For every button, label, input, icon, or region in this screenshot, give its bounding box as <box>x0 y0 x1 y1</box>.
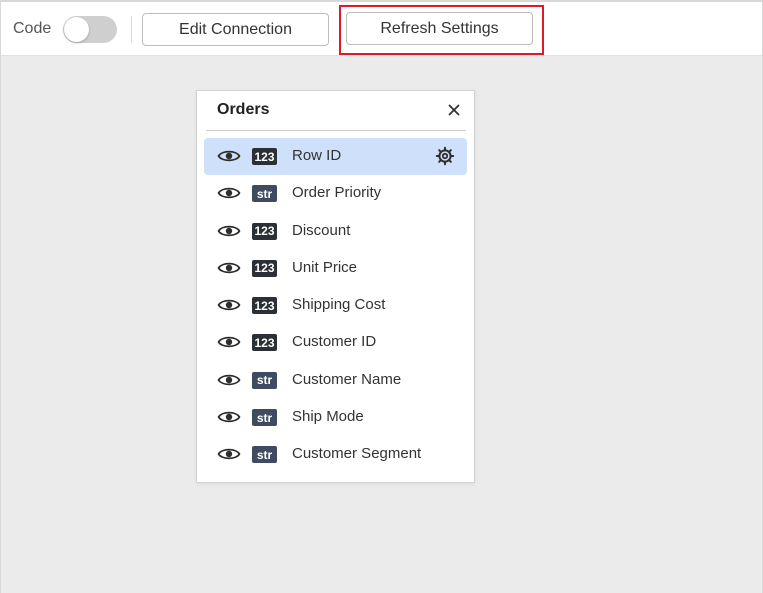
panel-divider <box>206 130 466 131</box>
eye-icon[interactable] <box>217 148 241 164</box>
field-row[interactable]: str Ship Mode <box>204 399 467 436</box>
toolbar-divider <box>131 16 132 43</box>
field-name: Ship Mode <box>292 408 364 426</box>
field-name: Customer Segment <box>292 445 422 463</box>
field-name: Order Priority <box>292 184 382 202</box>
gear-icon[interactable] <box>435 146 455 166</box>
eye-icon[interactable] <box>217 334 241 350</box>
field-name: Customer ID <box>292 333 377 351</box>
close-icon[interactable] <box>446 102 462 118</box>
field-row[interactable]: 123 Row ID <box>204 138 467 176</box>
string-type-badge: str <box>252 185 277 203</box>
toggle-knob <box>64 17 89 42</box>
toolbar: Code Edit Connection Refresh Settings <box>1 2 762 56</box>
field-name: Shipping Cost <box>292 296 386 314</box>
eye-icon[interactable] <box>217 297 241 313</box>
eye-icon[interactable] <box>217 409 241 425</box>
highlight-box <box>339 5 544 55</box>
panel-title: Orders <box>217 101 270 118</box>
numeric-type-badge: 123 <box>252 259 277 277</box>
field-name: Discount <box>292 221 351 239</box>
field-name: Unit Price <box>292 258 358 276</box>
numeric-type-badge: 123 <box>252 297 277 315</box>
field-row[interactable]: str Customer Name <box>204 362 467 399</box>
string-type-badge: str <box>252 446 277 464</box>
eye-icon[interactable] <box>217 223 241 239</box>
orders-field-panel: Orders 123 Row ID str Order Priority 123 Disc… <box>196 90 475 483</box>
field-row[interactable]: 123 Customer ID <box>204 324 467 361</box>
edit-connection-button[interactable]: Edit Connection <box>142 13 329 46</box>
field-row[interactable]: str Order Priority <box>204 175 467 212</box>
numeric-type-badge: 123 <box>252 222 277 240</box>
field-row[interactable]: 123 Discount <box>204 213 467 250</box>
numeric-type-badge: 123 <box>252 148 277 165</box>
eye-icon[interactable] <box>217 260 241 276</box>
field-list: 123 Row ID str Order Priority 123 Discount 123… <box>204 138 467 474</box>
eye-icon[interactable] <box>217 185 241 201</box>
field-row[interactable]: 123 Shipping Cost <box>204 287 467 324</box>
field-row[interactable]: str Customer Segment <box>204 436 467 473</box>
app-window: Code Edit Connection Refresh Settings Or… <box>0 0 763 593</box>
string-type-badge: str <box>252 409 277 427</box>
code-label: Code <box>13 20 52 37</box>
field-name: Row ID <box>292 147 342 164</box>
string-type-badge: str <box>252 371 277 389</box>
field-name: Customer Name <box>292 370 402 388</box>
code-toggle[interactable] <box>63 16 117 43</box>
numeric-type-badge: 123 <box>252 334 277 352</box>
eye-icon[interactable] <box>217 372 241 388</box>
field-row[interactable]: 123 Unit Price <box>204 250 467 287</box>
eye-icon[interactable] <box>217 446 241 462</box>
